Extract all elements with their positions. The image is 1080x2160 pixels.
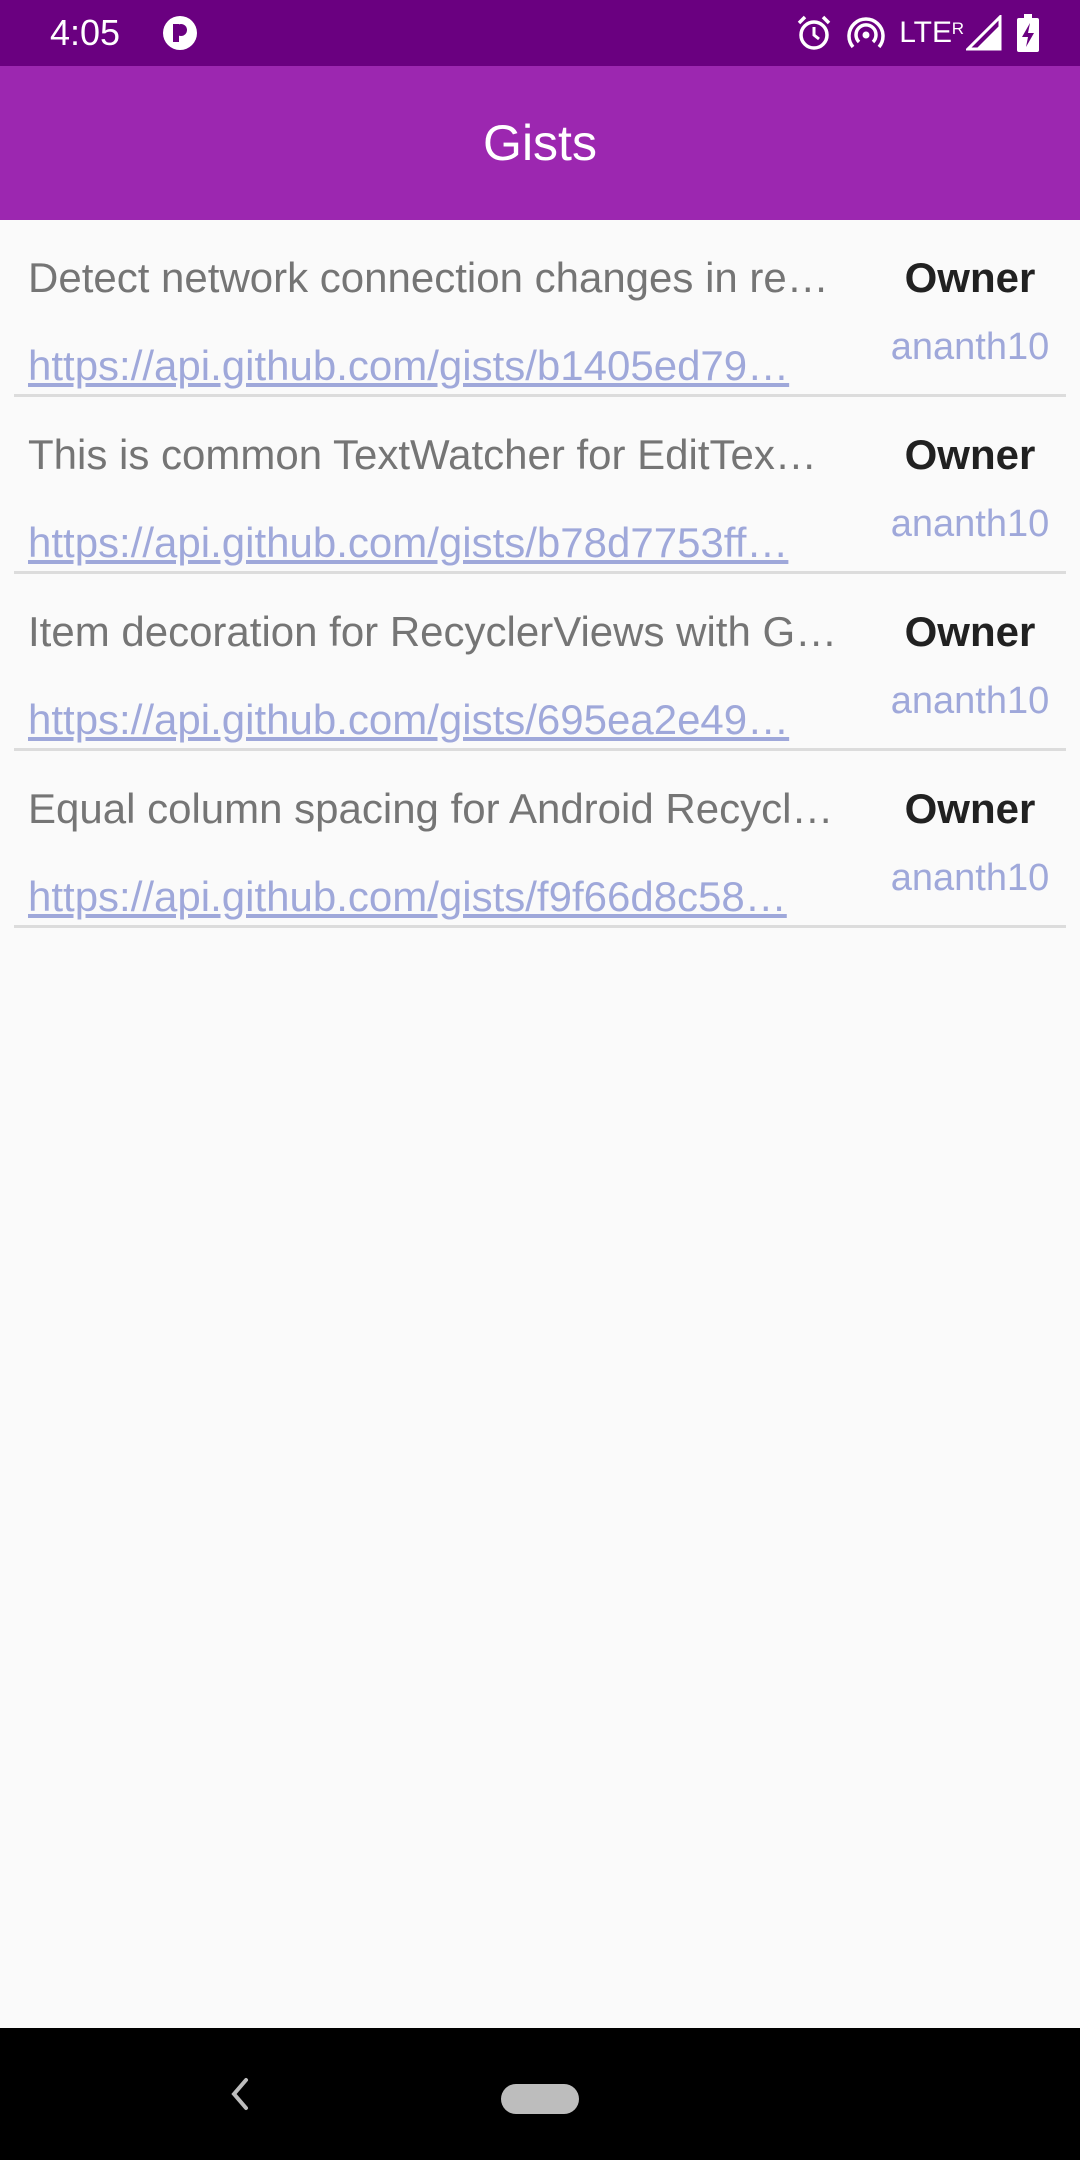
navigation-bar bbox=[0, 2028, 1080, 2160]
owner-name: ananth10 bbox=[890, 857, 1050, 899]
gist-url-link[interactable]: https://api.github.com/gists/695ea2e49… bbox=[28, 696, 873, 744]
owner-label: Owner bbox=[904, 785, 1036, 832]
gist-description: This is common TextWatcher for EditTex… bbox=[28, 431, 817, 478]
gist-url-link[interactable]: https://api.github.com/gists/b1405ed79… bbox=[28, 342, 873, 390]
page-title: Gists bbox=[483, 115, 597, 171]
signal-icon bbox=[966, 15, 1002, 51]
alarm-icon bbox=[797, 15, 831, 50]
gist-description: Detect network connection changes in re… bbox=[28, 254, 829, 301]
roaming-indicator: R bbox=[951, 19, 964, 38]
owner-name: ananth10 bbox=[890, 503, 1050, 545]
list-item[interactable]: Detect network connection changes in re…… bbox=[14, 220, 1066, 397]
back-icon[interactable] bbox=[224, 2074, 256, 2114]
gist-url-link[interactable]: https://api.github.com/gists/b78d7753ff… bbox=[28, 519, 873, 567]
gist-list: Detect network connection changes in re…… bbox=[0, 220, 1080, 928]
gist-description: Equal column spacing for Android Recycl… bbox=[28, 785, 834, 832]
status-time: 4:05 bbox=[50, 12, 121, 53]
home-pill-icon[interactable] bbox=[501, 2084, 579, 2114]
status-bar: 4:05 LTE R bbox=[0, 0, 1080, 66]
status-icons: LTE R bbox=[795, 12, 1040, 54]
list-item[interactable]: Equal column spacing for Android Recycl…… bbox=[14, 751, 1066, 928]
owner-name: ananth10 bbox=[890, 680, 1050, 722]
owner-label: Owner bbox=[904, 431, 1036, 478]
gist-description: Item decoration for RecyclerViews with G… bbox=[28, 608, 838, 655]
hotspot-icon bbox=[847, 17, 885, 49]
owner-label: Owner bbox=[904, 608, 1036, 655]
owner-label: Owner bbox=[904, 254, 1036, 301]
network-type: LTE R bbox=[899, 12, 964, 54]
owner-name: ananth10 bbox=[890, 326, 1050, 368]
list-item[interactable]: Item decoration for RecyclerViews with G… bbox=[14, 574, 1066, 751]
app-bar: Gists bbox=[0, 66, 1080, 220]
battery-charging-icon bbox=[1017, 14, 1039, 52]
list-item[interactable]: This is common TextWatcher for EditTex… … bbox=[14, 397, 1066, 574]
app-notification-icon bbox=[163, 16, 197, 50]
gist-url-link[interactable]: https://api.github.com/gists/f9f66d8c58… bbox=[28, 873, 873, 921]
